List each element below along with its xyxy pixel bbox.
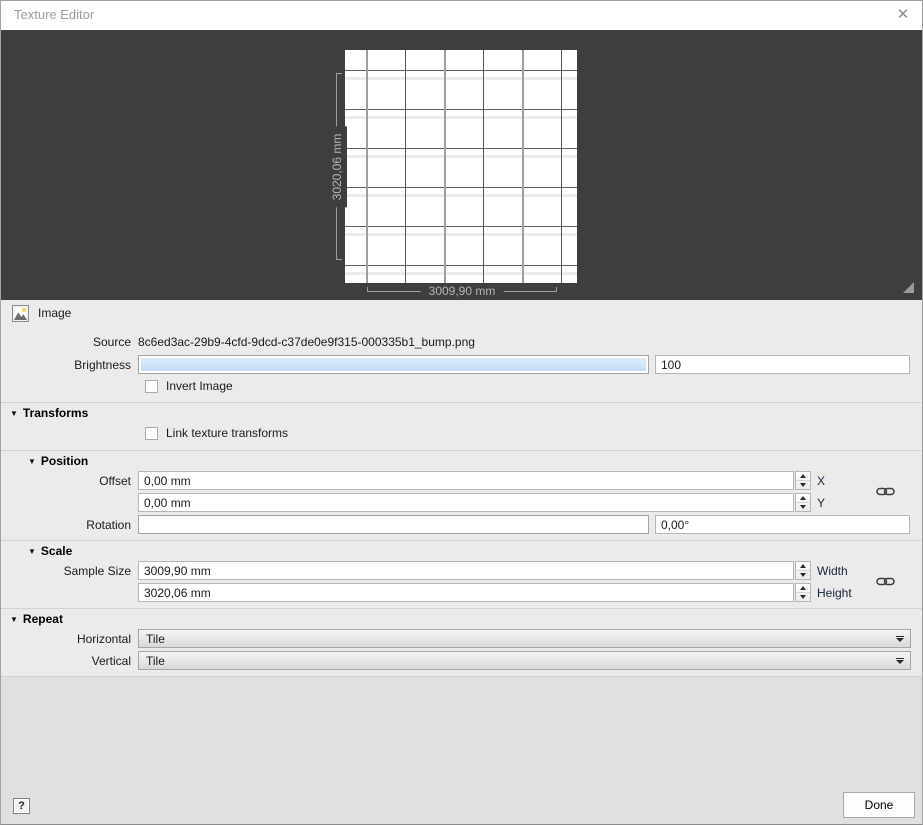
sample-height-spinner[interactable] [795,583,811,602]
invert-image-label: Invert Image [166,379,233,393]
width-dimension-label: 3009,90 mm [421,283,504,299]
source-value: 8c6ed3ac-29b9-4cfd-9dcd-c37de0e9f315-000… [138,335,475,349]
offset-x-input[interactable] [138,471,794,490]
height-dimension-label: 3020,06 mm [327,127,347,208]
help-button[interactable]: ? [13,798,30,814]
rotation-value-input[interactable] [655,515,910,534]
resize-grip[interactable] [903,282,914,293]
image-icon [12,305,29,322]
horizontal-repeat-select[interactable]: Tile [138,629,911,648]
brightness-slider-fill [141,358,646,371]
position-section-header[interactable]: ▼ Position [0,450,923,468]
link-transforms-label: Link texture transforms [166,426,288,440]
spinner-up-icon[interactable] [796,562,810,571]
properties-form: Image Source 8c6ed3ac-29b9-4cfd-9dcd-c37… [0,300,923,825]
width-axis-label: Width [817,564,848,578]
collapse-icon: ▼ [28,547,36,556]
spinner-up-icon[interactable] [796,584,810,593]
scale-section-title: Scale [41,544,72,558]
image-section-title: Image [38,306,71,320]
sample-width-input[interactable] [138,561,794,580]
window-title: Texture Editor [14,7,94,22]
offset-y-input[interactable] [138,493,794,512]
vertical-repeat-select[interactable]: Tile [138,651,911,670]
offset-x-spinner[interactable] [795,471,811,490]
source-label: Source [0,335,138,349]
brightness-label: Brightness [0,358,138,372]
spinner-down-icon[interactable] [796,593,810,601]
dropdown-arrow-icon [896,636,904,642]
vertical-repeat-value: Tile [146,654,165,668]
spinner-up-icon[interactable] [796,494,810,503]
offset-label: Offset [0,474,138,488]
offset-link-icon[interactable] [876,486,895,497]
axis-y-label: Y [817,496,825,510]
sample-width-spinner[interactable] [795,561,811,580]
close-button[interactable]: ✕ [893,5,913,25]
invert-image-checkbox[interactable] [145,380,158,393]
titlebar[interactable]: Texture Editor ✕ [0,0,923,30]
spinner-up-icon[interactable] [796,472,810,481]
transforms-section-header[interactable]: ▼ Transforms [0,402,923,420]
sample-size-label: Sample Size [0,564,138,578]
repeat-section-title: Repeat [23,612,63,626]
dropdown-arrow-icon [896,658,904,664]
scale-section-header[interactable]: ▼ Scale [0,540,923,558]
position-section-title: Position [41,454,88,468]
brightness-slider[interactable] [138,355,649,374]
texture-editor-window: Texture Editor ✕ 3020,06 mm 3009,90 mm I… [0,0,923,825]
spinner-down-icon[interactable] [796,503,810,511]
preview-panel: 3020,06 mm 3009,90 mm [0,30,923,300]
offset-y-spinner[interactable] [795,493,811,512]
repeat-section-header[interactable]: ▼ Repeat [0,608,923,626]
brightness-value-input[interactable] [655,355,910,374]
sample-height-input[interactable] [138,583,794,602]
axis-x-label: X [817,474,825,488]
close-icon: ✕ [897,6,910,23]
height-axis-label: Height [817,586,852,600]
rotation-label: Rotation [0,518,138,532]
collapse-icon: ▼ [10,615,18,624]
transforms-section-title: Transforms [23,406,88,420]
done-button[interactable]: Done [843,792,915,818]
spinner-down-icon[interactable] [796,571,810,579]
vertical-repeat-label: Vertical [0,654,138,668]
spinner-down-icon[interactable] [796,481,810,489]
rotation-slider[interactable] [138,515,649,534]
texture-preview[interactable] [345,50,577,283]
image-section-header: Image [0,300,923,326]
scale-link-icon[interactable] [876,576,895,587]
collapse-icon: ▼ [10,409,18,418]
horizontal-repeat-value: Tile [146,632,165,646]
footer-panel [0,676,923,825]
collapse-icon: ▼ [28,457,36,466]
horizontal-repeat-label: Horizontal [0,632,138,646]
link-transforms-checkbox[interactable] [145,427,158,440]
